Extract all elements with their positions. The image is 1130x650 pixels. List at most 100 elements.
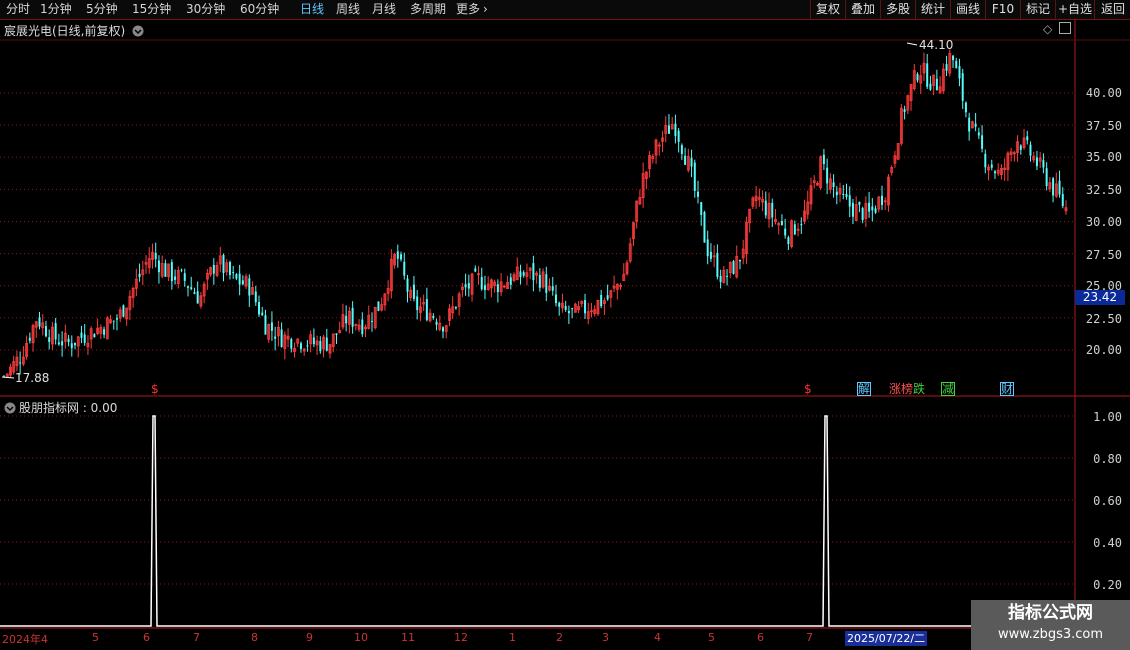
period-tab-daily[interactable]: 日线 — [300, 1, 324, 18]
candle-body — [961, 73, 964, 101]
candle-body — [935, 78, 938, 90]
candle-body — [738, 259, 741, 262]
candle-body — [974, 123, 977, 127]
period-tab-timeshare[interactable]: 分时 — [6, 1, 30, 18]
period-tab-30min[interactable]: 30分钟 — [186, 1, 225, 18]
indicator-tick: 0.20 — [1093, 578, 1122, 592]
candle-body — [370, 320, 373, 322]
candle-body — [703, 211, 706, 243]
price-tick: 30.00 — [1085, 215, 1122, 229]
date-tick: 2024年4 — [2, 633, 48, 646]
period-tab-more[interactable]: 更多 › — [456, 1, 488, 18]
event-marker-finance[interactable]: 财 — [1000, 382, 1015, 396]
candle-body — [868, 202, 871, 212]
candle-body — [1052, 178, 1055, 196]
date-tick: 7 — [806, 631, 813, 644]
period-tab-weekly[interactable]: 周线 — [336, 1, 360, 18]
f10-button[interactable]: F10 — [985, 0, 1020, 19]
period-tab-monthly[interactable]: 月线 — [372, 1, 396, 18]
event-marker-top-list[interactable]: 涨榜 — [889, 382, 913, 396]
candle-body — [351, 307, 354, 327]
date-tick: 6 — [143, 631, 150, 644]
layout-toggle-icon[interactable] — [1059, 22, 1071, 34]
event-marker-reduce[interactable]: 减 — [941, 382, 956, 396]
chart-canvas[interactable] — [0, 20, 1130, 650]
candle-body — [845, 193, 848, 197]
candle-body — [483, 285, 486, 290]
statistics-button[interactable]: 统计 — [915, 0, 950, 19]
candle-body — [361, 319, 364, 335]
period-tab-60min[interactable]: 60分钟 — [240, 1, 279, 18]
candle-body — [764, 200, 767, 216]
candle-body — [519, 271, 522, 278]
candle-body — [345, 315, 348, 324]
candle-body — [442, 327, 445, 332]
candle-body — [464, 284, 467, 288]
candle-body — [984, 153, 987, 168]
candle-body — [496, 284, 499, 293]
event-marker-dollar[interactable]: $ — [804, 382, 812, 396]
multi-stock-button[interactable]: 多股 — [880, 0, 915, 19]
chevron-down-icon[interactable] — [132, 25, 144, 37]
candle-body — [222, 254, 225, 274]
indicator-tick: 0.80 — [1093, 452, 1122, 466]
candle-body — [261, 312, 264, 316]
candle-body — [538, 274, 541, 288]
draw-line-button[interactable]: 画线 — [950, 0, 985, 19]
period-tab-15min[interactable]: 15分钟 — [132, 1, 171, 18]
candle-body — [684, 155, 687, 165]
candle-body — [274, 336, 277, 339]
indicator-title[interactable]: 股朋指标网 : 0.00 — [4, 399, 117, 416]
candle-body — [677, 130, 680, 142]
candle-body — [238, 273, 241, 285]
candle-body — [509, 277, 512, 285]
chevron-down-icon[interactable] — [4, 402, 16, 414]
candle-body — [716, 252, 719, 277]
date-tick: 10 — [354, 631, 368, 644]
candle-body — [212, 264, 215, 274]
diamond-icon[interactable]: ◇ — [1043, 22, 1052, 36]
candle-body — [990, 164, 993, 168]
candlestick-series — [3, 49, 1068, 378]
date-tick: 5 — [92, 631, 99, 644]
candle-body — [306, 345, 309, 347]
candle-body — [667, 125, 670, 134]
candle-body — [416, 296, 419, 311]
low-pointer — [1, 376, 15, 379]
candle-body — [780, 221, 783, 225]
watermark-title: 指标公式网 — [1008, 603, 1093, 623]
candle-body — [54, 323, 57, 340]
candle-body — [787, 237, 790, 245]
event-marker-fall[interactable]: 跌 — [913, 382, 925, 396]
candle-body — [926, 63, 929, 87]
restore-rights-button[interactable]: 复权 — [810, 0, 845, 19]
candle-body — [719, 275, 722, 283]
period-tab-multi[interactable]: 多周期 — [410, 1, 446, 18]
candle-body — [57, 342, 60, 345]
event-marker-unlock[interactable]: 解 — [857, 382, 872, 396]
chart-title[interactable]: 宸展光电(日线,前复权) — [4, 22, 144, 39]
indicator-line — [0, 415, 1075, 627]
candle-body — [474, 268, 477, 272]
candle-body — [190, 287, 193, 290]
candle-body — [232, 272, 235, 274]
date-tick: 4 — [654, 631, 661, 644]
candle-body — [826, 167, 829, 184]
add-watchlist-button[interactable]: +自选 — [1055, 0, 1094, 19]
high-price-label: 44.10 — [919, 38, 954, 52]
overlay-button[interactable]: 叠加 — [845, 0, 880, 19]
back-button[interactable]: 返回 — [1094, 0, 1130, 19]
period-tab-5min[interactable]: 5分钟 — [86, 1, 118, 18]
candle-body — [1058, 180, 1061, 195]
period-tab-1min[interactable]: 1分钟 — [40, 1, 72, 18]
candle-body — [186, 286, 189, 288]
candle-body — [180, 269, 183, 271]
candle-body — [183, 273, 186, 281]
event-marker-dollar[interactable]: $ — [151, 382, 159, 396]
candle-body — [412, 284, 415, 299]
candle-body — [93, 334, 96, 338]
candle-body — [993, 171, 996, 174]
candle-body — [254, 291, 257, 303]
candle-body — [842, 193, 845, 195]
mark-button[interactable]: 标记 — [1020, 0, 1055, 19]
